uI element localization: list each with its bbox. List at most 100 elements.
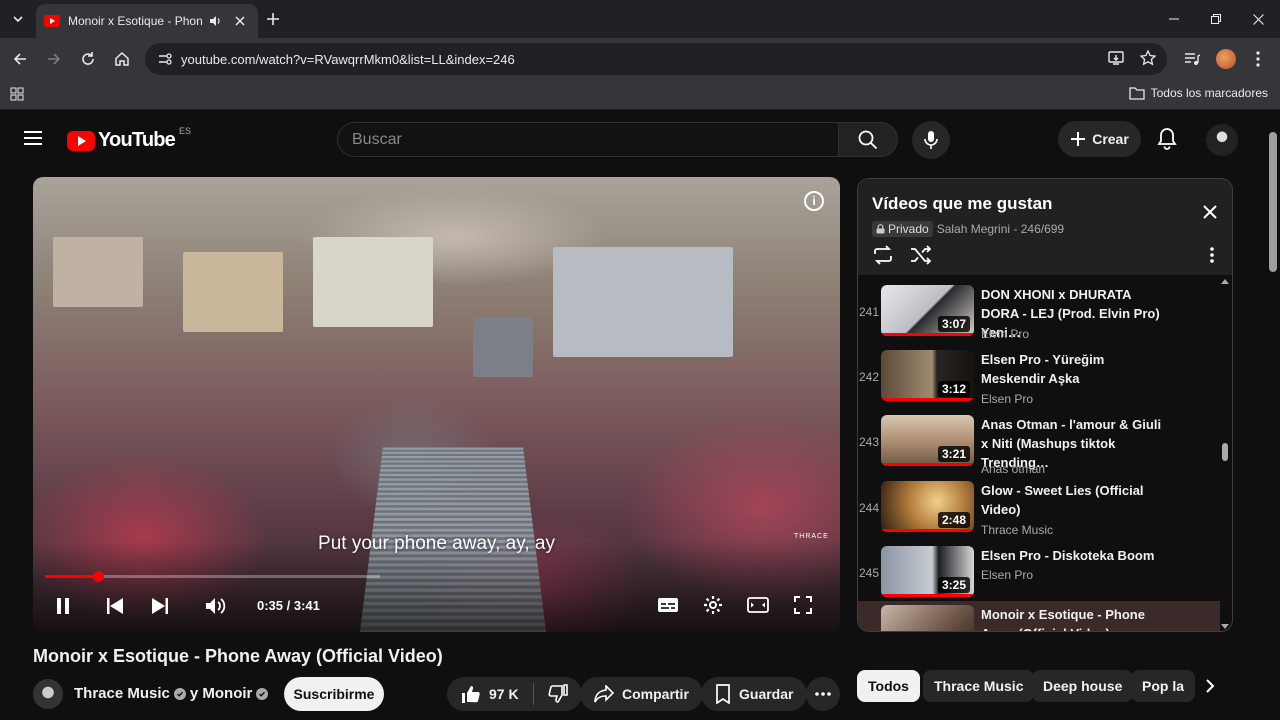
hamburger-icon	[24, 131, 42, 145]
playlist-owner-position[interactable]: Salah Megrini - 246/699	[937, 222, 1064, 236]
forward-button[interactable]	[42, 47, 66, 71]
share-icon	[594, 685, 614, 703]
youtube-logo[interactable]: YouTube ES	[67, 126, 191, 152]
playlist-item-thumbnail: 3:07	[881, 285, 974, 336]
privacy-badge: Privado	[872, 221, 933, 237]
restore-window-button[interactable]	[1194, 0, 1238, 38]
chip-deep-house[interactable]: Deep house	[1032, 670, 1134, 702]
progress-scrubber[interactable]	[92, 571, 104, 582]
save-button[interactable]: Guardar	[701, 677, 808, 711]
progress-bar[interactable]	[45, 571, 380, 582]
minimize-window-button[interactable]	[1152, 0, 1196, 38]
create-button[interactable]: Crear	[1058, 121, 1141, 157]
site-info-icon[interactable]	[155, 49, 175, 69]
home-button[interactable]	[110, 47, 134, 71]
volume-button[interactable]	[202, 592, 230, 620]
playlist-item[interactable]: 243 3:21 Anas Otman - l'amour & Giuli x …	[858, 411, 1220, 476]
scroll-down-arrow-icon[interactable]	[1221, 624, 1229, 629]
playlist-item-index: 241	[858, 305, 880, 319]
search-input[interactable]	[352, 130, 838, 149]
like-button[interactable]: 97 K	[447, 677, 533, 711]
account-avatar[interactable]	[1206, 124, 1238, 156]
chip-pop-latino[interactable]: Pop la	[1131, 670, 1196, 702]
fullscreen-button[interactable]	[785, 590, 821, 620]
playlist-item-channel: Elsen Pro	[981, 568, 1034, 582]
page-scrollbar-thumb[interactable]	[1269, 132, 1277, 272]
playlist-item-current[interactable]: Monoir x Esotique - Phone Away (Official…	[858, 601, 1220, 631]
theater-mode-button[interactable]	[740, 590, 776, 620]
playlist-title[interactable]: Vídeos que me gustan	[872, 194, 1052, 214]
dislike-button[interactable]	[534, 677, 582, 711]
apps-grid-icon[interactable]	[10, 87, 24, 101]
reload-button[interactable]	[76, 47, 100, 71]
subscribe-button[interactable]: Suscribirme	[284, 677, 384, 711]
playlist-item-thumbnail: 2:48	[881, 481, 974, 532]
notifications-button[interactable]	[1156, 127, 1178, 151]
bookmark-star-icon[interactable]	[1139, 49, 1157, 67]
audio-playing-icon[interactable]	[208, 14, 222, 28]
profile-avatar	[1216, 49, 1236, 69]
voice-search-button[interactable]	[912, 121, 950, 159]
playlist-item[interactable]: 245 3:25 Elsen Pro - Diskoteka Boom Else…	[858, 542, 1220, 604]
arrow-left-icon	[13, 53, 26, 65]
playlist-items: 241 3:07 DON XHONI x DHURATA DORA - LEJ …	[858, 275, 1220, 631]
video-player[interactable]: i Put your phone away, ay, ay THRACE 0:3…	[33, 177, 840, 632]
address-bar[interactable]: youtube.com/watch?v=RVawqrrMkm0&list=LL&…	[145, 43, 1167, 75]
playlist-scrollbar-thumb[interactable]	[1222, 443, 1228, 461]
playlist-item-channel: Elvin Pro	[981, 327, 1030, 341]
playlist-scrollbar[interactable]	[1218, 275, 1232, 631]
channel-name-link[interactable]: Thrace Music y Monoir	[74, 685, 269, 702]
pause-button[interactable]	[49, 592, 77, 620]
browser-tab[interactable]: Monoir x Esotique - Phone	[36, 4, 258, 38]
page-scrollbar[interactable]	[1266, 110, 1280, 720]
profile-button[interactable]	[1214, 47, 1238, 71]
playlist-item[interactable]: 244 2:48 Glow - Sweet Lies (Official Vid…	[858, 477, 1220, 539]
thumbs-up-icon	[462, 686, 480, 703]
scene-building	[183, 252, 283, 332]
url-text: youtube.com/watch?v=RVawqrrMkm0&list=LL&…	[181, 52, 515, 67]
playlist-item[interactable]: 242 3:12 Elsen Pro - Yüreğim Meskendir A…	[858, 346, 1220, 408]
close-icon	[1252, 13, 1264, 25]
more-actions-button[interactable]	[806, 677, 840, 711]
scroll-up-arrow-icon[interactable]	[1221, 279, 1229, 284]
settings-button[interactable]	[695, 590, 731, 620]
playlist-item[interactable]: 241 3:07 DON XHONI x DHURATA DORA - LEJ …	[858, 281, 1220, 343]
search-box[interactable]	[337, 122, 838, 157]
channel-avatar[interactable]	[33, 679, 63, 709]
duration-badge: 3:21	[937, 446, 970, 462]
tab-search-button[interactable]	[6, 7, 30, 31]
create-label: Crear	[1092, 131, 1129, 147]
chip-todos[interactable]: Todos	[857, 670, 920, 702]
owner-row: Thrace Music y Monoir Suscribirme 97 K C…	[33, 677, 840, 713]
all-bookmarks-button[interactable]: Todos los marcadores	[1128, 86, 1268, 100]
subtitles-button[interactable]	[650, 590, 686, 620]
chrome-menu-button[interactable]	[1246, 47, 1270, 71]
media-controls-button[interactable]	[1180, 47, 1204, 71]
playlist-item-thumbnail: 3:12	[881, 350, 974, 401]
chips-next-button[interactable]	[1198, 674, 1222, 698]
playlist-more-button[interactable]	[1210, 247, 1214, 263]
search-button[interactable]	[838, 122, 898, 157]
close-tab-icon[interactable]	[232, 13, 248, 29]
next-button[interactable]	[146, 592, 174, 620]
new-tab-button[interactable]	[264, 10, 282, 28]
url-path: /watch?v=RVawqrrMkm0&list=LL&index=246	[255, 51, 515, 67]
scene-building	[53, 237, 143, 307]
scene-building	[313, 237, 433, 327]
close-playlist-button[interactable]	[1202, 204, 1218, 220]
install-app-icon[interactable]	[1107, 49, 1125, 67]
share-button[interactable]: Compartir	[580, 677, 703, 711]
duration-badge: 3:07	[937, 316, 970, 332]
verified-badge-icon	[173, 687, 186, 700]
previous-button[interactable]	[101, 592, 129, 620]
guide-menu-button[interactable]	[24, 130, 42, 146]
close-window-button[interactable]	[1236, 0, 1280, 38]
info-icon[interactable]: i	[804, 191, 824, 211]
bookmarks-bar: Todos los marcadores	[0, 80, 1280, 110]
back-button[interactable]	[8, 47, 32, 71]
chip-thrace-music[interactable]: Thrace Music	[923, 670, 1035, 702]
watched-progress	[881, 333, 974, 336]
loop-playlist-button[interactable]	[872, 245, 894, 265]
channel-watermark[interactable]: THRACE	[794, 533, 829, 540]
shuffle-playlist-button[interactable]	[910, 245, 932, 265]
